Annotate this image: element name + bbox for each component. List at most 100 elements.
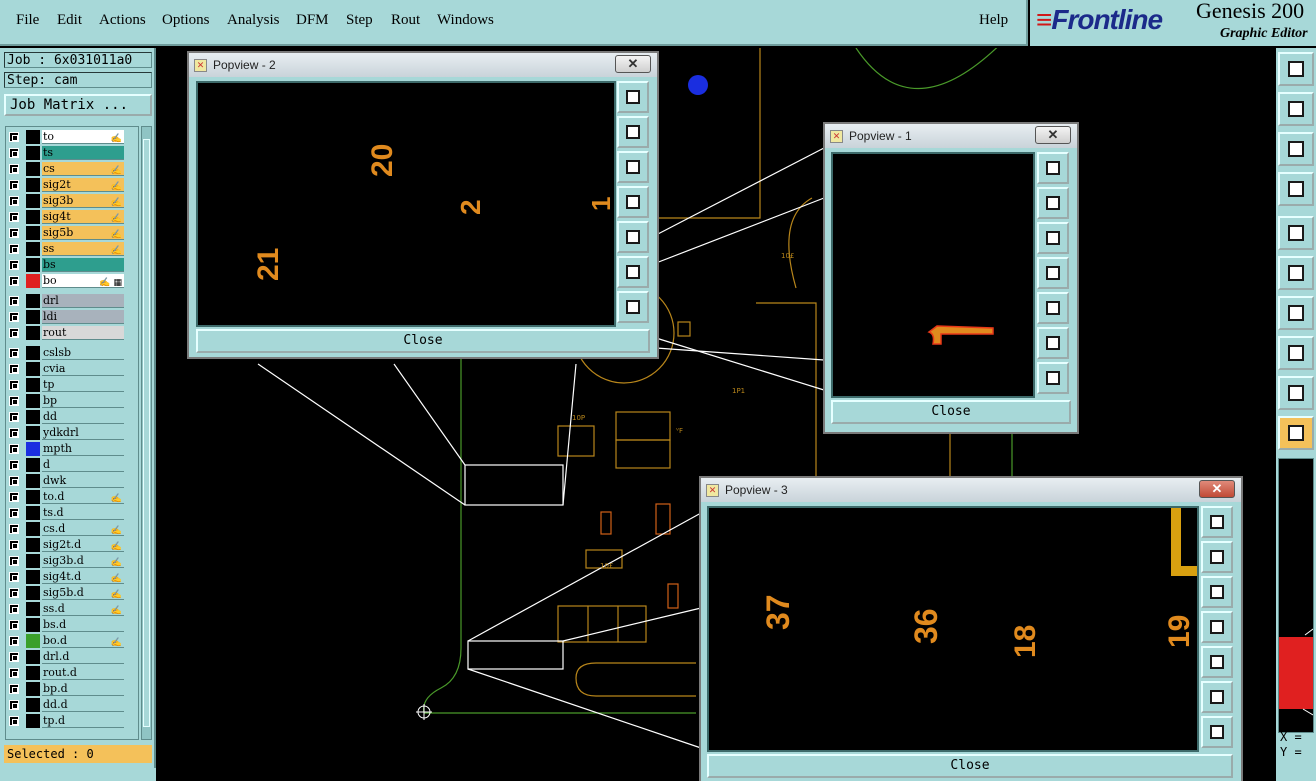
layer-color-swatch[interactable] [26, 682, 40, 696]
graphic-canvas[interactable]: 10£ 1P1 10P 10£ ⱽF ✕ Popview - 2 ✕ 20 2 1 2… [156, 48, 1276, 781]
job-matrix-button[interactable]: Job Matrix ... [4, 94, 152, 116]
zoom-center-icon[interactable] [1201, 716, 1233, 748]
layer-row[interactable]: bs [6, 257, 138, 273]
layer-row[interactable]: bs.d [6, 617, 138, 633]
layer-name[interactable]: tp [42, 378, 124, 392]
layer-row[interactable]: mpth [6, 441, 138, 457]
layer-name[interactable]: ts.d [42, 506, 124, 520]
layer-checkbox[interactable] [9, 132, 19, 142]
zoom-out-icon[interactable] [1037, 222, 1069, 254]
layer-name[interactable]: ss.d ✍ [42, 602, 124, 616]
pan-left-icon[interactable] [617, 186, 649, 218]
zoom-in-icon[interactable] [1037, 187, 1069, 219]
menu-edit[interactable]: Edit [57, 12, 82, 29]
pan-icon[interactable] [1278, 92, 1314, 126]
popview-1-titlebar[interactable]: ✕ Popview - 1 ✕ [825, 124, 1077, 148]
layer-row[interactable]: sig2t.d ✍ [6, 537, 138, 553]
layer-name[interactable]: sig3b.d ✍ [42, 554, 124, 568]
layer-color-swatch[interactable] [26, 294, 40, 308]
layer-checkbox[interactable] [9, 700, 19, 710]
layer-checkbox[interactable] [9, 328, 19, 338]
layer-color-swatch[interactable] [26, 458, 40, 472]
layer-checkbox[interactable] [9, 396, 19, 406]
layer-name[interactable]: sig4t ✍ [42, 210, 124, 224]
layer-checkbox[interactable] [9, 540, 19, 550]
pan-right-icon[interactable] [617, 221, 649, 253]
measure-icon[interactable] [1278, 296, 1314, 330]
layer-checkbox[interactable] [9, 180, 19, 190]
layer-checkbox[interactable] [9, 556, 19, 566]
layer-row[interactable]: rout.d [6, 665, 138, 681]
layer-name[interactable]: dd.d [42, 698, 124, 712]
layer-checkbox[interactable] [9, 572, 19, 582]
net-icon[interactable] [1278, 256, 1314, 290]
layer-row[interactable]: bo.d ✍ [6, 633, 138, 649]
layer-name[interactable]: bs [42, 258, 124, 272]
layer-checkbox[interactable] [9, 716, 19, 726]
layer-name[interactable]: ydkdrl [42, 426, 124, 440]
menu-dfm[interactable]: DFM [296, 12, 329, 29]
popview-2-view[interactable]: 20 2 1 21 [196, 81, 616, 327]
layer-checkbox[interactable] [9, 588, 19, 598]
menu-rout[interactable]: Rout [391, 12, 420, 29]
layer-row[interactable]: sig5b.d ✍ [6, 585, 138, 601]
zoom-fit-icon[interactable] [1037, 152, 1069, 184]
popview-3-close-button[interactable]: Close [707, 754, 1233, 778]
popview-3-view[interactable]: 37 36 18 19 [707, 506, 1199, 752]
warning-icon[interactable] [1278, 376, 1314, 410]
layer-color-swatch[interactable] [26, 362, 40, 376]
layer-color-swatch[interactable] [26, 618, 40, 632]
layer-checkbox[interactable] [9, 524, 19, 534]
feature-icon[interactable] [1278, 336, 1314, 370]
layer-checkbox[interactable] [9, 212, 19, 222]
layer-color-swatch[interactable] [26, 602, 40, 616]
layer-row[interactable]: sig3b.d ✍ [6, 553, 138, 569]
layer-row[interactable]: ts.d [6, 505, 138, 521]
layer-color-swatch[interactable] [26, 242, 40, 256]
layer-row[interactable]: drl.d [6, 649, 138, 665]
layer-color-swatch[interactable] [26, 162, 40, 176]
fit-screen-icon[interactable] [1278, 132, 1314, 166]
layer-checkbox[interactable] [9, 412, 19, 422]
layer-checkbox[interactable] [9, 620, 19, 630]
select-pointer-icon[interactable] [1278, 416, 1314, 450]
layer-name[interactable]: to ✍ [42, 130, 124, 144]
layer-checkbox[interactable] [9, 668, 19, 678]
layer-name[interactable]: cslsb [42, 346, 124, 360]
layer-color-swatch[interactable] [26, 586, 40, 600]
layer-row[interactable]: d [6, 457, 138, 473]
layer-checkbox[interactable] [9, 276, 19, 286]
layer-color-swatch[interactable] [26, 258, 40, 272]
zoom-home-icon[interactable] [1278, 52, 1314, 86]
layer-checkbox[interactable] [9, 260, 19, 270]
zoom-out-icon[interactable] [617, 151, 649, 183]
layer-name[interactable]: cvia [42, 362, 124, 376]
layer-color-swatch[interactable] [26, 310, 40, 324]
layer-color-swatch[interactable] [26, 426, 40, 440]
layer-color-swatch[interactable] [26, 538, 40, 552]
layer-row[interactable]: tp [6, 377, 138, 393]
layer-name[interactable]: bp [42, 394, 124, 408]
layer-row[interactable]: bp [6, 393, 138, 409]
pan-left-icon[interactable] [1037, 257, 1069, 289]
layer-name[interactable]: sig5b ✍ [42, 226, 124, 240]
layer-row[interactable]: ydkdrl [6, 425, 138, 441]
layer-color-swatch[interactable] [26, 410, 40, 424]
layer-row[interactable]: ts [6, 145, 138, 161]
popview-1-view[interactable] [831, 152, 1035, 398]
layer-row[interactable]: drl [6, 293, 138, 309]
layer-name[interactable]: sig2t.d ✍ [42, 538, 124, 552]
layer-checkbox[interactable] [9, 312, 19, 322]
layer-checkbox[interactable] [9, 444, 19, 454]
layer-color-swatch[interactable] [26, 522, 40, 536]
close-icon[interactable]: ✕ [1035, 126, 1071, 144]
menu-analysis[interactable]: Analysis [227, 12, 280, 29]
layer-checkbox[interactable] [9, 244, 19, 254]
zoom-out-icon[interactable] [1201, 576, 1233, 608]
layer-name[interactable]: rout [42, 326, 124, 340]
layer-row[interactable]: rout [6, 325, 138, 341]
palette-icon[interactable] [1278, 172, 1314, 206]
layer-checkbox[interactable] [9, 296, 19, 306]
layer-name[interactable]: bp.d [42, 682, 124, 696]
layer-scrollbar[interactable] [141, 126, 152, 740]
